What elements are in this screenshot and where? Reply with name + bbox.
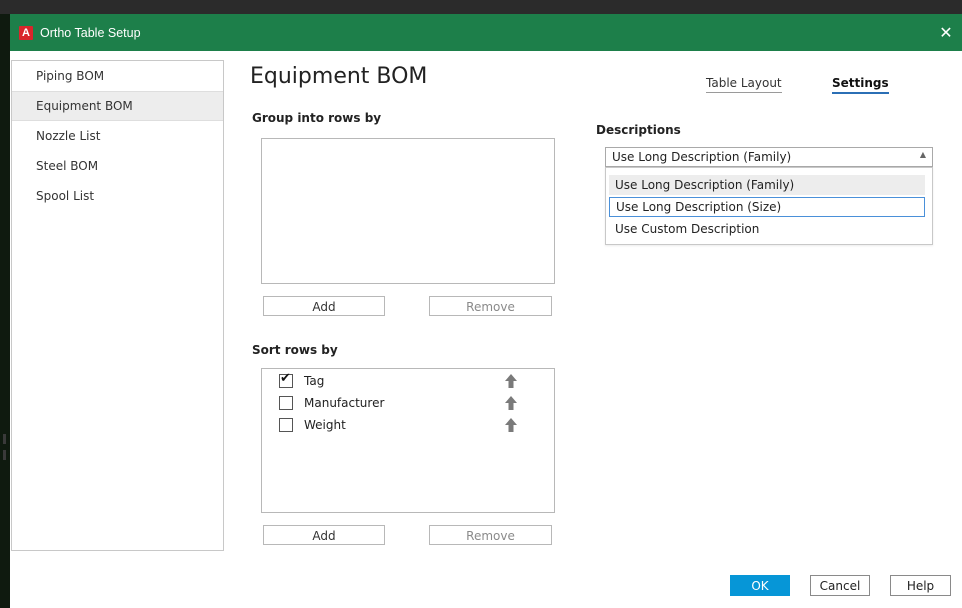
ok-button[interactable]: OK [730, 575, 790, 596]
table-type-list: Piping BOM Equipment BOM Nozzle List Ste… [11, 60, 224, 551]
close-button[interactable]: ✕ [932, 14, 960, 51]
arrow-up-icon[interactable] [505, 418, 517, 432]
group-rows-label: Group into rows by [252, 111, 382, 125]
tab-active-underline [832, 92, 889, 94]
sort-rows-listbox: ✔ Tag Manufacturer Weight [261, 368, 555, 513]
sort-add-button[interactable]: Add [263, 525, 385, 545]
descriptions-selected-value: Use Long Description (Family) [612, 150, 792, 164]
sort-weight-checkbox[interactable] [279, 418, 293, 432]
tab-underline [706, 92, 782, 93]
sort-rows-label: Sort rows by [252, 343, 338, 357]
titlebar: A Ortho Table Setup ✕ [10, 14, 962, 51]
arrow-up-icon[interactable] [505, 396, 517, 410]
sort-remove-button[interactable]: Remove [429, 525, 552, 545]
arrow-up-icon[interactable] [505, 374, 517, 388]
autocad-app-icon: A [19, 25, 33, 40]
group-rows-listbox[interactable] [261, 138, 555, 284]
edge-tick [3, 450, 6, 460]
nav-item-spool-list[interactable]: Spool List [12, 181, 223, 211]
option-long-description-size[interactable]: Use Long Description (Size) [609, 197, 925, 217]
chevron-up-icon: ▲ [919, 150, 926, 159]
sort-row-tag: ✔ Tag [279, 371, 324, 391]
sort-item-label: Tag [304, 374, 325, 388]
checkmark-icon: ✔ [280, 371, 291, 386]
tab-settings[interactable]: Settings [832, 76, 889, 94]
cancel-button[interactable]: Cancel [810, 575, 870, 596]
option-custom-description[interactable]: Use Custom Description [609, 219, 925, 239]
sort-manufacturer-checkbox[interactable] [279, 396, 293, 410]
background-app-strip [0, 0, 962, 14]
tab-label: Table Layout [706, 76, 782, 90]
group-remove-button[interactable]: Remove [429, 296, 552, 316]
tab-label: Settings [832, 76, 889, 90]
nav-item-equipment-bom[interactable]: Equipment BOM [12, 91, 223, 121]
nav-item-nozzle-list[interactable]: Nozzle List [12, 121, 223, 151]
tab-table-layout[interactable]: Table Layout [706, 76, 782, 93]
sort-row-manufacturer: Manufacturer [279, 393, 384, 413]
sort-item-label: Weight [304, 418, 346, 432]
option-long-description-family[interactable]: Use Long Description (Family) [609, 175, 925, 195]
help-button[interactable]: Help [890, 575, 951, 596]
edge-tick [3, 434, 6, 444]
descriptions-dropdown[interactable]: Use Long Description (Family) ▲ [605, 147, 933, 167]
close-icon: ✕ [939, 23, 953, 42]
nav-item-steel-bom[interactable]: Steel BOM [12, 151, 223, 181]
descriptions-label: Descriptions [596, 123, 681, 137]
background-app-edge [0, 14, 10, 608]
sort-item-label: Manufacturer [304, 396, 385, 410]
ortho-table-setup-dialog: A Ortho Table Setup ✕ Piping BOM Equipme… [10, 14, 962, 608]
sort-tag-checkbox[interactable]: ✔ [279, 371, 293, 388]
sort-row-weight: Weight [279, 415, 346, 435]
page-title: Equipment BOM [250, 64, 428, 89]
nav-item-piping-bom[interactable]: Piping BOM [12, 61, 223, 91]
descriptions-options-list: Use Long Description (Family) Use Long D… [605, 167, 933, 245]
window-title: Ortho Table Setup [40, 25, 141, 40]
group-add-button[interactable]: Add [263, 296, 385, 316]
